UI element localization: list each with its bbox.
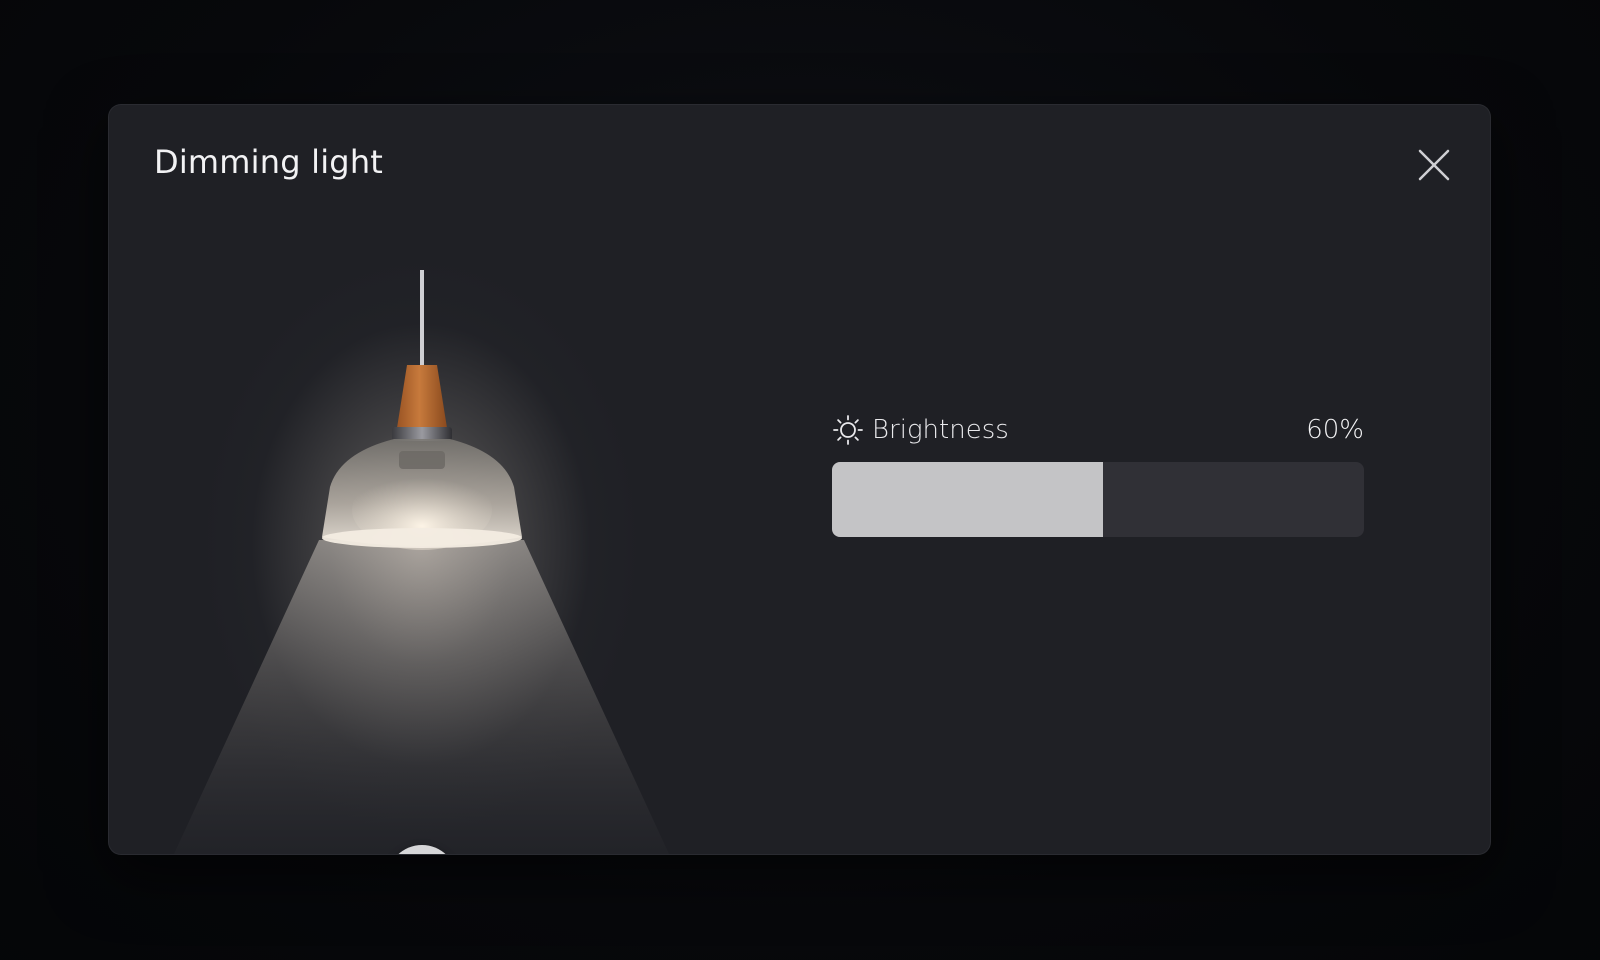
dimming-light-dialog: Dimming light Brightness 60% xyxy=(109,105,1490,854)
brightness-label-group: Brightness xyxy=(832,414,1009,446)
brightness-label: Brightness xyxy=(872,415,1009,445)
pendant-lamp xyxy=(322,270,522,550)
brightness-slider-fill xyxy=(832,462,1104,537)
close-icon[interactable] xyxy=(1416,147,1452,183)
lamp-panel xyxy=(109,225,734,854)
brightness-control: Brightness 60% xyxy=(832,410,1364,537)
brightness-slider[interactable] xyxy=(832,462,1364,537)
brightness-value: 60% xyxy=(1306,415,1364,445)
brightness-header: Brightness 60% xyxy=(832,410,1364,450)
dialog-title: Dimming light xyxy=(154,143,384,181)
sun-icon xyxy=(833,415,863,445)
